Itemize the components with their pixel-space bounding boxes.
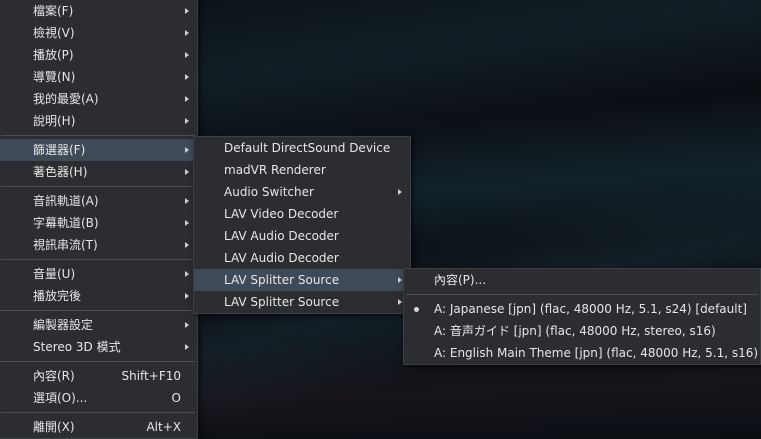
submenu-arrow-icon xyxy=(185,8,189,14)
submenu-arrow-icon xyxy=(185,96,189,102)
menu-item-label: 導覽(N) xyxy=(33,70,76,84)
menu-item-label: 播放(P) xyxy=(33,48,74,62)
menu-item-label: Stereo 3D 模式 xyxy=(33,340,121,354)
menu-item-label: 內容(P)... xyxy=(434,273,487,287)
filter-item-lav-splitter-source[interactable]: LAV Splitter Source xyxy=(194,291,410,313)
filter-item-lav-audio-decoder[interactable]: LAV Audio Decoder xyxy=(194,225,410,247)
menu-item-volume[interactable]: 音量(U) xyxy=(0,263,197,285)
submenu-arrow-icon xyxy=(185,271,189,277)
menu-item-label: LAV Audio Decoder xyxy=(224,229,339,243)
menu-item-shortcut: Alt+X xyxy=(146,420,181,434)
menu-item-file[interactable]: 檔案(F) xyxy=(0,0,197,22)
menu-item-video-stream[interactable]: 視訊串流(T) xyxy=(0,234,197,256)
menu-item-label: 編製器設定 xyxy=(33,318,94,332)
submenu-arrow-icon xyxy=(185,147,189,153)
menu-item-label: LAV Splitter Source xyxy=(224,295,340,309)
submenu-arrow-icon xyxy=(185,293,189,299)
filter-item-madvr[interactable]: madVR Renderer xyxy=(194,159,410,181)
menu-item-label: LAV Splitter Source xyxy=(224,273,340,287)
main-context-menu: 檔案(F) 檢視(V) 播放(P) 導覽(N) 我的最愛(A) 說明(H) 篩選… xyxy=(0,0,198,439)
menu-item-label: 篩選器(F) xyxy=(33,143,86,157)
submenu-arrow-icon xyxy=(185,30,189,36)
menu-item-after-playback[interactable]: 播放完後 xyxy=(0,285,197,307)
menu-item-label: 播放完後 xyxy=(33,289,82,303)
submenu-arrow-icon xyxy=(185,322,189,328)
filter-item-lav-audio-decoder[interactable]: LAV Audio Decoder xyxy=(194,247,410,269)
filter-item-directsound[interactable]: Default DirectSound Device xyxy=(194,137,410,159)
menu-item-label: A: 音声ガイド [jpn] (flac, 48000 Hz, stereo, … xyxy=(434,324,716,338)
submenu-arrow-icon xyxy=(185,198,189,204)
lav-splitter-submenu: 內容(P)... A: Japanese [jpn] (flac, 48000 … xyxy=(403,268,761,365)
menu-item-shortcut: Shift+F10 xyxy=(121,369,181,383)
filters-submenu: Default DirectSound Device madVR Rendere… xyxy=(193,136,411,314)
menu-separator xyxy=(1,412,195,413)
submenu-arrow-icon xyxy=(185,344,189,350)
menu-separator xyxy=(1,135,195,136)
audio-stream-item[interactable]: A: 音声ガイド [jpn] (flac, 48000 Hz, stereo, … xyxy=(404,320,760,342)
menu-separator xyxy=(1,259,195,260)
menu-item-label: 檢視(V) xyxy=(33,26,75,40)
menu-item-label: LAV Audio Decoder xyxy=(224,251,339,265)
menu-item-audio-track[interactable]: 音訊軌道(A) xyxy=(0,190,197,212)
menu-item-label: 內容(R) xyxy=(33,369,75,383)
submenu-arrow-icon xyxy=(398,299,402,305)
menu-item-subtitle-track[interactable]: 字幕軌道(B) xyxy=(0,212,197,234)
menu-item-play[interactable]: 播放(P) xyxy=(0,44,197,66)
menu-item-label: 選項(O)... xyxy=(33,391,88,405)
submenu-arrow-icon xyxy=(185,74,189,80)
submenu-arrow-icon xyxy=(185,169,189,175)
lav-properties-item[interactable]: 內容(P)... xyxy=(404,269,760,291)
menu-item-view[interactable]: 檢視(V) xyxy=(0,22,197,44)
menu-item-options[interactable]: 選項(O)... O xyxy=(0,387,197,409)
menu-item-properties[interactable]: 內容(R) Shift+F10 xyxy=(0,365,197,387)
submenu-arrow-icon xyxy=(185,52,189,58)
menu-item-label: A: Japanese [jpn] (flac, 48000 Hz, 5.1, … xyxy=(434,302,747,316)
submenu-arrow-icon xyxy=(398,189,402,195)
selected-bullet-icon xyxy=(414,307,419,312)
submenu-arrow-icon xyxy=(398,277,402,283)
menu-item-label: Audio Switcher xyxy=(224,185,314,199)
menu-item-label: Default DirectSound Device xyxy=(224,141,391,155)
menu-item-shaders[interactable]: 著色器(H) xyxy=(0,161,197,183)
menu-separator xyxy=(1,361,195,362)
menu-item-navigate[interactable]: 導覽(N) xyxy=(0,66,197,88)
menu-item-label: 檔案(F) xyxy=(33,4,74,18)
menu-item-exit[interactable]: 離開(X) Alt+X xyxy=(0,416,197,438)
menu-item-stereo-3d[interactable]: Stereo 3D 模式 xyxy=(0,336,197,358)
audio-stream-item[interactable]: A: English Main Theme [jpn] (flac, 48000… xyxy=(404,342,760,364)
menu-item-renderer-settings[interactable]: 編製器設定 xyxy=(0,314,197,336)
filter-item-audio-switcher[interactable]: Audio Switcher xyxy=(194,181,410,203)
menu-item-label: 我的最愛(A) xyxy=(33,92,99,106)
submenu-arrow-icon xyxy=(185,242,189,248)
filter-item-lav-video-decoder[interactable]: LAV Video Decoder xyxy=(194,203,410,225)
menu-item-label: madVR Renderer xyxy=(224,163,326,177)
menu-separator xyxy=(1,310,195,311)
menu-item-label: LAV Video Decoder xyxy=(224,207,339,221)
menu-item-help[interactable]: 說明(H) xyxy=(0,110,197,132)
menu-item-label: A: English Main Theme [jpn] (flac, 48000… xyxy=(434,346,759,360)
menu-item-shortcut: O xyxy=(171,391,181,405)
submenu-arrow-icon xyxy=(185,220,189,226)
submenu-arrow-icon xyxy=(185,118,189,124)
menu-item-label: 視訊串流(T) xyxy=(33,238,98,252)
menu-separator xyxy=(406,294,758,295)
menu-item-label: 字幕軌道(B) xyxy=(33,216,99,230)
filter-item-lav-splitter-source[interactable]: LAV Splitter Source xyxy=(194,269,410,291)
menu-separator xyxy=(1,186,195,187)
menu-item-label: 音訊軌道(A) xyxy=(33,194,99,208)
menu-item-label: 說明(H) xyxy=(33,114,76,128)
menu-item-label: 離開(X) xyxy=(33,420,75,434)
menu-item-favorites[interactable]: 我的最愛(A) xyxy=(0,88,197,110)
menu-item-label: 音量(U) xyxy=(33,267,76,281)
menu-item-label: 著色器(H) xyxy=(33,165,88,179)
audio-stream-item[interactable]: A: Japanese [jpn] (flac, 48000 Hz, 5.1, … xyxy=(404,298,760,320)
menu-item-filters[interactable]: 篩選器(F) xyxy=(0,139,197,161)
